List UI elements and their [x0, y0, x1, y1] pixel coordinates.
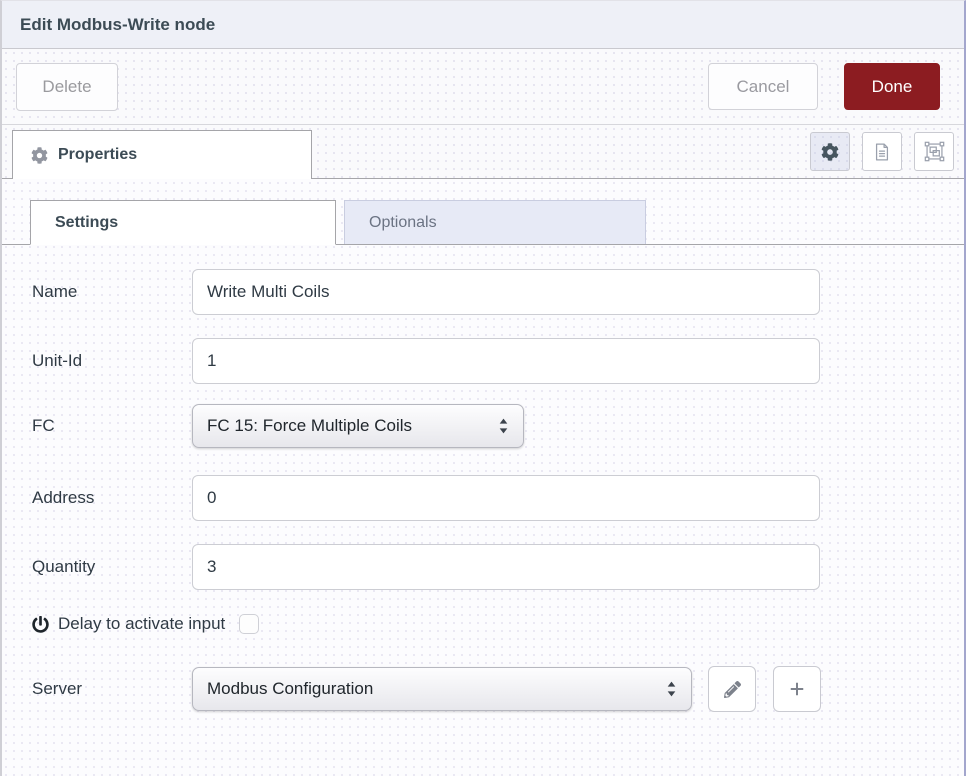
tab-properties[interactable]: Properties: [12, 130, 312, 179]
quantity-label: Quantity: [32, 557, 192, 577]
unit-id-input[interactable]: [192, 338, 820, 384]
address-label: Address: [32, 488, 192, 508]
fc-label: FC: [32, 416, 192, 436]
server-row: Server Modbus Configuration: [2, 666, 964, 712]
unit-id-row: Unit-Id: [2, 338, 964, 384]
address-row: Address: [2, 475, 964, 521]
name-label: Name: [32, 282, 192, 302]
done-button[interactable]: Done: [844, 63, 940, 110]
select-arrows-icon: [498, 417, 509, 435]
delay-row: Delay to activate input: [2, 614, 964, 634]
name-input[interactable]: [192, 269, 820, 315]
delay-label: Delay to activate input: [58, 614, 225, 634]
add-server-button[interactable]: [773, 666, 821, 712]
quantity-input[interactable]: [192, 544, 820, 590]
dialog-title: Edit Modbus-Write node: [20, 15, 215, 35]
tab-optionals-label: Optionals: [369, 214, 437, 232]
delete-button[interactable]: Delete: [16, 63, 118, 111]
dialog-toolbar: Delete Cancel Done: [2, 49, 964, 125]
unit-id-label: Unit-Id: [32, 351, 192, 371]
description-button[interactable]: [862, 132, 902, 171]
object-group-icon: [924, 141, 945, 162]
edit-server-button[interactable]: [708, 666, 756, 712]
server-label: Server: [32, 679, 192, 699]
document-icon: [872, 142, 892, 162]
tab-settings[interactable]: Settings: [30, 200, 336, 245]
name-row: Name: [2, 269, 964, 315]
properties-gear-button[interactable]: [810, 132, 850, 171]
gear-icon: [821, 143, 839, 161]
cancel-button[interactable]: Cancel: [708, 63, 818, 110]
editor-tabbar: Properties: [2, 125, 964, 179]
fc-row: FC FC 15: Force Multiple Coils: [2, 404, 964, 448]
delay-checkbox[interactable]: [239, 614, 259, 634]
settings-tabbar: Settings Optionals: [2, 200, 964, 245]
dialog-body: Settings Optionals Name Unit-Id FC FC 15…: [2, 179, 964, 776]
fc-select[interactable]: FC 15: Force Multiple Coils: [192, 404, 524, 448]
dialog-header: Edit Modbus-Write node: [2, 1, 964, 49]
plus-icon: [787, 679, 807, 699]
address-input[interactable]: [192, 475, 820, 521]
pencil-icon: [724, 681, 741, 698]
tab-optionals[interactable]: Optionals: [344, 200, 646, 244]
tab-properties-label: Properties: [58, 146, 137, 164]
tab-settings-label: Settings: [55, 214, 118, 232]
server-select-value: Modbus Configuration: [207, 679, 656, 699]
fc-select-value: FC 15: Force Multiple Coils: [207, 416, 488, 436]
select-arrows-icon: [666, 680, 677, 698]
server-select[interactable]: Modbus Configuration: [192, 667, 692, 711]
power-icon: [32, 616, 49, 633]
edit-node-dialog: Edit Modbus-Write node Delete Cancel Don…: [0, 0, 966, 776]
quantity-row: Quantity: [2, 544, 964, 590]
appearance-button[interactable]: [914, 132, 954, 171]
gear-icon: [31, 147, 48, 164]
